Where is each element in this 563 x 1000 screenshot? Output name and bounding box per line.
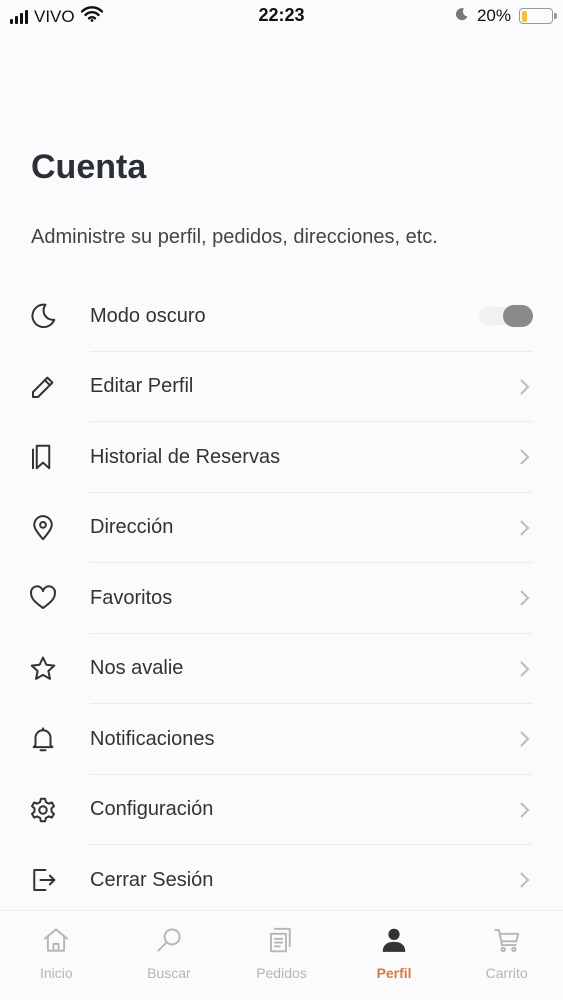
menu-item-settings[interactable]: Configuración <box>0 775 563 845</box>
chevron-right-icon <box>519 660 531 678</box>
nav-label: Pedidos <box>256 965 307 981</box>
nav-label: Inicio <box>39 965 73 981</box>
menu-item-booking-history[interactable]: Historial de Reservas <box>0 422 563 493</box>
logout-icon <box>27 864 59 896</box>
bottom-navigation: Inicio Buscar Pedidos Perfil Carrito <box>0 910 563 1000</box>
moon-icon <box>27 300 59 332</box>
menu-item-label: Nos avalie <box>90 657 184 680</box>
chevron-right-icon <box>519 519 531 537</box>
moon-icon <box>455 6 469 26</box>
menu-item-edit-profile[interactable]: Editar Perfil <box>0 352 563 422</box>
menu-item-dark-mode[interactable]: Modo oscuro <box>0 281 563 352</box>
menu-item-rate-us[interactable]: Nos avalie <box>0 634 563 704</box>
menu-item-label: Editar Perfil <box>90 375 194 398</box>
menu-item-label: Historial de Reservas <box>90 445 281 468</box>
chevron-right-icon <box>519 871 531 889</box>
menu-item-address[interactable]: Dirección <box>0 493 563 563</box>
chevron-right-icon <box>519 589 531 607</box>
chevron-right-icon <box>519 730 531 748</box>
battery-percent: 20% <box>476 6 511 25</box>
user-icon <box>379 925 409 960</box>
chevron-right-icon <box>519 801 531 819</box>
bookmarks-icon <box>27 441 59 473</box>
gear-icon <box>27 794 59 826</box>
chevron-right-icon <box>519 448 531 466</box>
nav-label: Perfil <box>376 965 412 981</box>
status-right: 20% <box>455 6 557 26</box>
nav-item-profile[interactable]: Perfil <box>338 911 451 1000</box>
nav-item-home[interactable]: Inicio <box>0 911 113 1000</box>
menu-item-label: Notificaciones <box>90 727 215 750</box>
status-bar: VIVO 22:23 20% <box>0 0 563 32</box>
pencil-icon <box>27 371 59 403</box>
heart-icon <box>27 582 59 614</box>
nav-label: Buscar <box>147 965 191 981</box>
nav-item-search[interactable]: Buscar <box>113 911 226 1000</box>
receipt-icon <box>266 925 296 960</box>
nav-item-cart[interactable]: Carrito <box>450 911 563 1000</box>
menu-item-label: Cerrar Sesión <box>90 868 214 891</box>
location-pin-icon <box>27 512 59 544</box>
home-icon <box>41 925 71 960</box>
page-title: Cuenta <box>31 148 147 186</box>
menu-item-label: Favoritos <box>90 586 173 609</box>
nav-label: Carrito <box>485 965 528 981</box>
menu-item-favorites[interactable]: Favoritos <box>0 563 563 634</box>
account-menu: Modo oscuro Editar Perfil Historial de R… <box>0 281 563 916</box>
page-subtitle: Administre su perfil, pedidos, direccion… <box>31 226 438 248</box>
search-icon <box>154 925 184 960</box>
dark-mode-toggle[interactable] <box>479 305 533 328</box>
menu-item-label: Modo oscuro <box>90 304 206 327</box>
battery-icon <box>519 8 557 24</box>
nav-item-orders[interactable]: Pedidos <box>225 911 338 1000</box>
bell-icon <box>27 723 59 755</box>
star-icon <box>27 653 59 685</box>
menu-item-logout[interactable]: Cerrar Sesión <box>0 845 563 916</box>
menu-item-label: Dirección <box>90 516 174 539</box>
chevron-right-icon <box>519 378 531 396</box>
menu-item-notifications[interactable]: Notificaciones <box>0 704 563 775</box>
menu-item-label: Configuración <box>90 798 214 821</box>
cart-icon <box>492 925 522 960</box>
